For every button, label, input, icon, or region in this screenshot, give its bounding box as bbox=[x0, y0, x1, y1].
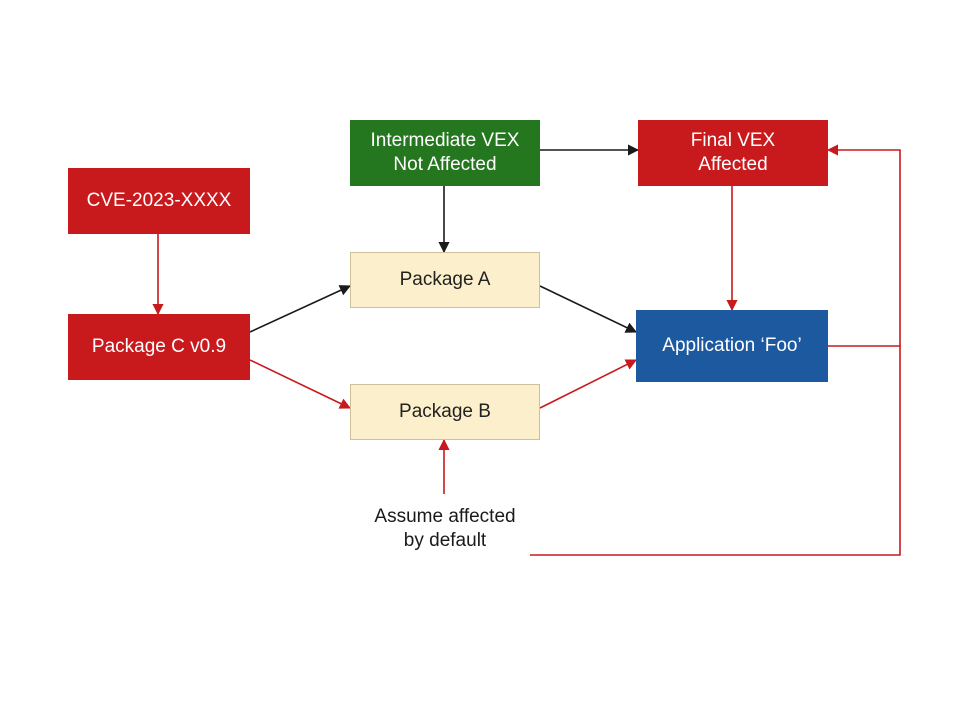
node-package-b: Package B bbox=[350, 384, 540, 440]
int-vex-line2: Not Affected bbox=[393, 154, 496, 175]
diagram-stage: CVE-2023-XXXX Package C v0.9 Intermediat… bbox=[0, 0, 960, 720]
node-application-foo: Application ‘Foo’ bbox=[636, 310, 828, 382]
node-intermediate-vex-text: Intermediate VEX Not Affected bbox=[371, 129, 520, 177]
node-intermediate-vex: Intermediate VEX Not Affected bbox=[350, 120, 540, 186]
node-final-vex-text: Final VEX Affected bbox=[691, 129, 775, 177]
edge-app-to-finalvex-loop-return bbox=[828, 150, 900, 346]
node-package-a: Package A bbox=[350, 252, 540, 308]
final-vex-line1: Final VEX bbox=[691, 130, 775, 151]
node-package-b-text: Package B bbox=[399, 400, 491, 424]
int-vex-line1: Intermediate VEX bbox=[371, 130, 520, 151]
node-package-c: Package C v0.9 bbox=[68, 314, 250, 380]
edge-pkga-to-app bbox=[540, 286, 636, 332]
label-assume-affected: Assume affected by default bbox=[350, 505, 540, 553]
edge-pkgc-to-pkga bbox=[250, 286, 350, 332]
node-package-a-text: Package A bbox=[400, 268, 491, 292]
edge-pkgb-to-app bbox=[540, 360, 636, 408]
edge-pkgc-to-pkgb bbox=[250, 360, 350, 408]
node-application-foo-text: Application ‘Foo’ bbox=[662, 334, 801, 358]
node-cve-text: CVE-2023-XXXX bbox=[87, 189, 232, 213]
node-final-vex: Final VEX Affected bbox=[638, 120, 828, 186]
node-cve: CVE-2023-XXXX bbox=[68, 168, 250, 234]
final-vex-line2: Affected bbox=[698, 154, 767, 175]
node-package-c-text: Package C v0.9 bbox=[92, 335, 226, 359]
